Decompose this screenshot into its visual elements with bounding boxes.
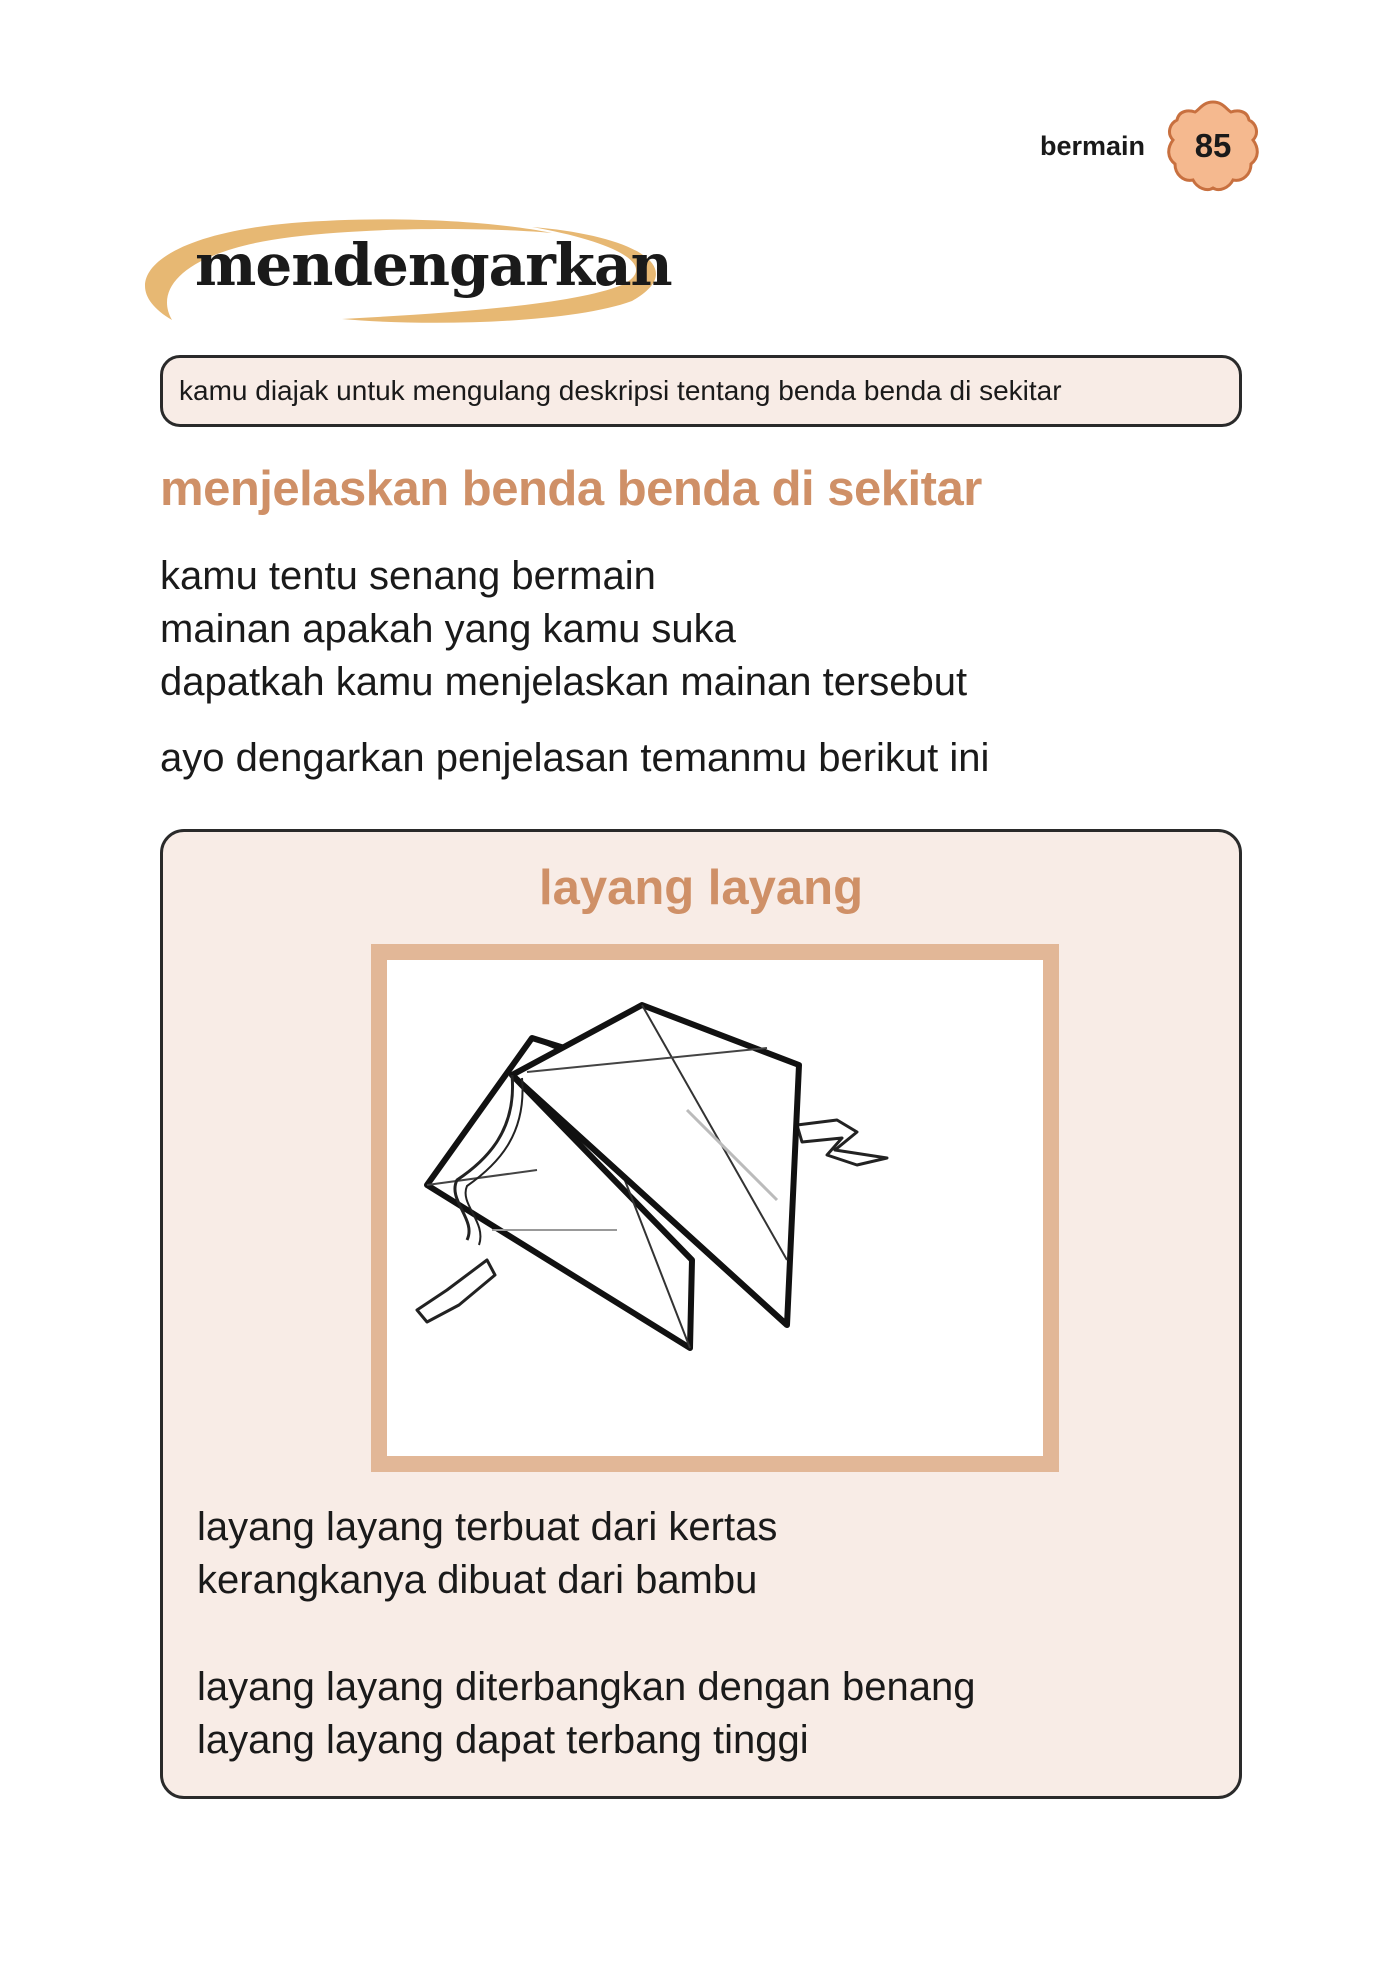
section-title: mendengarkan [195, 231, 673, 299]
intro-line: kamu tentu senang bermain [160, 554, 656, 598]
subheading: menjelaskan benda benda di sekitar [160, 462, 982, 516]
section-banner: mendengarkan [132, 215, 677, 327]
description-line: kerangkanya dibuat dari bambu [197, 1558, 758, 1602]
kite-illustration-frame [371, 944, 1059, 1472]
kite-illustration-icon [415, 1002, 889, 1351]
card-title: layang layang [538, 861, 864, 915]
page-header: bermain 85 [1040, 94, 1265, 198]
kite-description-card: layang layang layang layang terbuat dari… [160, 829, 1242, 1799]
page-number-badge: 85 [1161, 94, 1265, 198]
intro-line: mainan apakah yang kamu suka [160, 607, 736, 651]
description-line: layang layang dapat terbang tinggi [197, 1718, 809, 1762]
intro-line: ayo dengarkan penjelasan temanmu berikut… [160, 736, 990, 780]
description-line: layang layang diterbangkan dengan benang [197, 1665, 976, 1709]
intro-text: kamu tentu senang bermain mainan apakah … [160, 550, 989, 785]
instruction-box: kamu diajak untuk mengulang deskripsi te… [160, 355, 1242, 427]
card-description: layang layang terbuat dari kertas kerang… [197, 1501, 975, 1767]
page-number: 85 [1194, 127, 1232, 164]
instruction-text: kamu diajak untuk mengulang deskripsi te… [179, 375, 1062, 406]
chapter-label: bermain [1040, 130, 1146, 161]
description-line: layang layang terbuat dari kertas [197, 1505, 778, 1549]
intro-line: dapatkah kamu menjelaskan mainan tersebu… [160, 660, 968, 704]
